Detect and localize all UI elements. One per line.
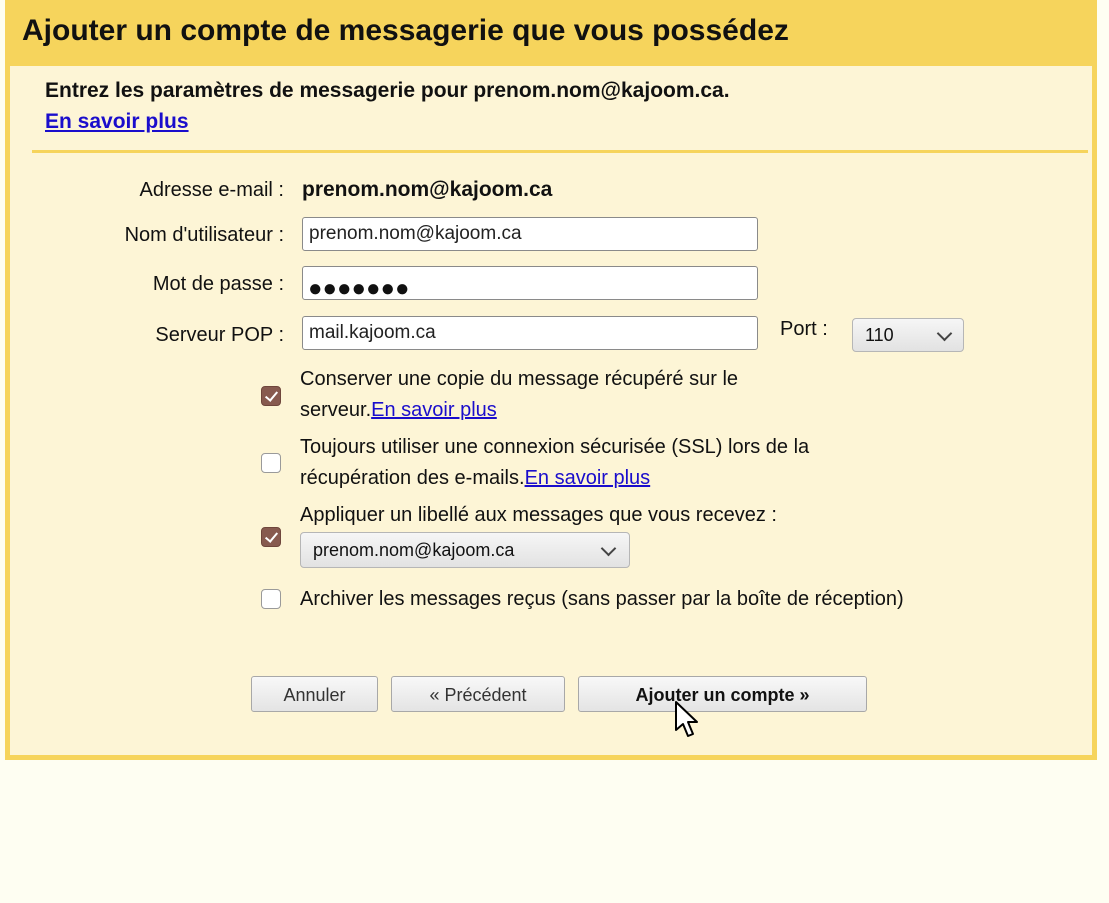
apply-label-text: Appliquer un libellé aux messages que vo… (300, 504, 777, 526)
chevron-down-icon (600, 540, 617, 557)
keep-copy-label-line2: serveur.En savoir plus (300, 399, 497, 421)
previous-button[interactable]: « Précédent (391, 676, 565, 712)
add-mail-account-dialog: Ajouter un compte de messagerie que vous… (5, 0, 1097, 760)
username-field[interactable] (302, 217, 758, 251)
ssl-label: Toujours utiliser une connexion sécurisé… (300, 432, 809, 494)
keep-copy-label-line1: Conserver une copie du message récupéré … (300, 368, 739, 390)
keep-copy-checkbox[interactable] (261, 386, 281, 406)
password-field[interactable] (302, 266, 758, 300)
email-label: Adresse e-mail : (139, 179, 285, 201)
dialog-title: Ajouter un compte de messagerie que vous… (22, 14, 789, 47)
check-icon (264, 529, 279, 543)
archive-checkbox[interactable] (261, 589, 281, 609)
add-account-button[interactable]: Ajouter un compte » (578, 676, 867, 712)
port-label: Port : (780, 318, 828, 340)
learn-more-link[interactable]: En savoir plus (45, 110, 189, 134)
port-select-value: 110 (865, 325, 894, 345)
pop-server-field[interactable] (302, 316, 758, 350)
keep-copy-label: Conserver une copie du message récupéré … (300, 364, 738, 426)
cancel-button[interactable]: Annuler (251, 676, 378, 712)
apply-label-checkbox[interactable] (261, 527, 281, 547)
mouse-pointer-icon (675, 701, 698, 737)
check-icon (264, 388, 279, 402)
ssl-learn-more-link[interactable]: En savoir plus (525, 467, 651, 489)
archive-label: Archiver les messages reçus (sans passer… (300, 588, 904, 610)
divider (32, 150, 1088, 153)
username-label: Nom d'utilisateur : (124, 224, 284, 246)
ssl-checkbox[interactable] (261, 453, 281, 473)
email-value: prenom.nom@kajoom.ca (302, 178, 553, 201)
ssl-label-line1: Toujours utiliser une connexion sécurisé… (300, 436, 810, 458)
dialog-title-bar: Ajouter un compte de messagerie que vous… (10, 0, 1092, 66)
password-label: Mot de passe : (152, 273, 284, 295)
chevron-down-icon (936, 325, 953, 342)
port-select[interactable]: 110 (852, 318, 964, 352)
label-select[interactable]: prenom.nom@kajoom.ca (300, 532, 630, 568)
pop-server-label: Serveur POP : (155, 324, 284, 346)
intro-text: Entrez les paramètres de messagerie pour… (45, 79, 730, 102)
ssl-label-line2: récupération des e-mails.En savoir plus (300, 467, 651, 489)
label-select-value: prenom.nom@kajoom.ca (313, 540, 515, 560)
keep-copy-learn-more-link[interactable]: En savoir plus (371, 399, 497, 421)
